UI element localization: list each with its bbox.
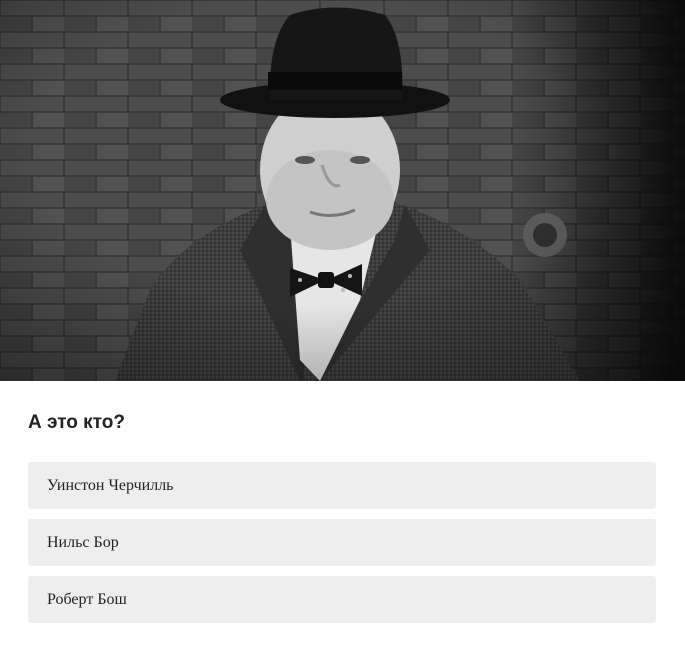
- answer-option-3[interactable]: Роберт Бош: [28, 576, 656, 623]
- answer-option-label: Нильс Бор: [47, 533, 119, 551]
- portrait-photo-illustration: [0, 0, 685, 381]
- answer-option-2[interactable]: Нильс Бор: [28, 519, 656, 566]
- question-photo: [0, 0, 685, 381]
- answer-option-1[interactable]: Уинстон Черчилль: [28, 462, 656, 509]
- answer-options: Уинстон Черчилль Нильс Бор Роберт Бош: [28, 462, 656, 623]
- question-title: А это кто?: [28, 412, 125, 433]
- answer-option-label: Уинстон Черчилль: [47, 476, 174, 494]
- answer-option-label: Роберт Бош: [47, 590, 127, 608]
